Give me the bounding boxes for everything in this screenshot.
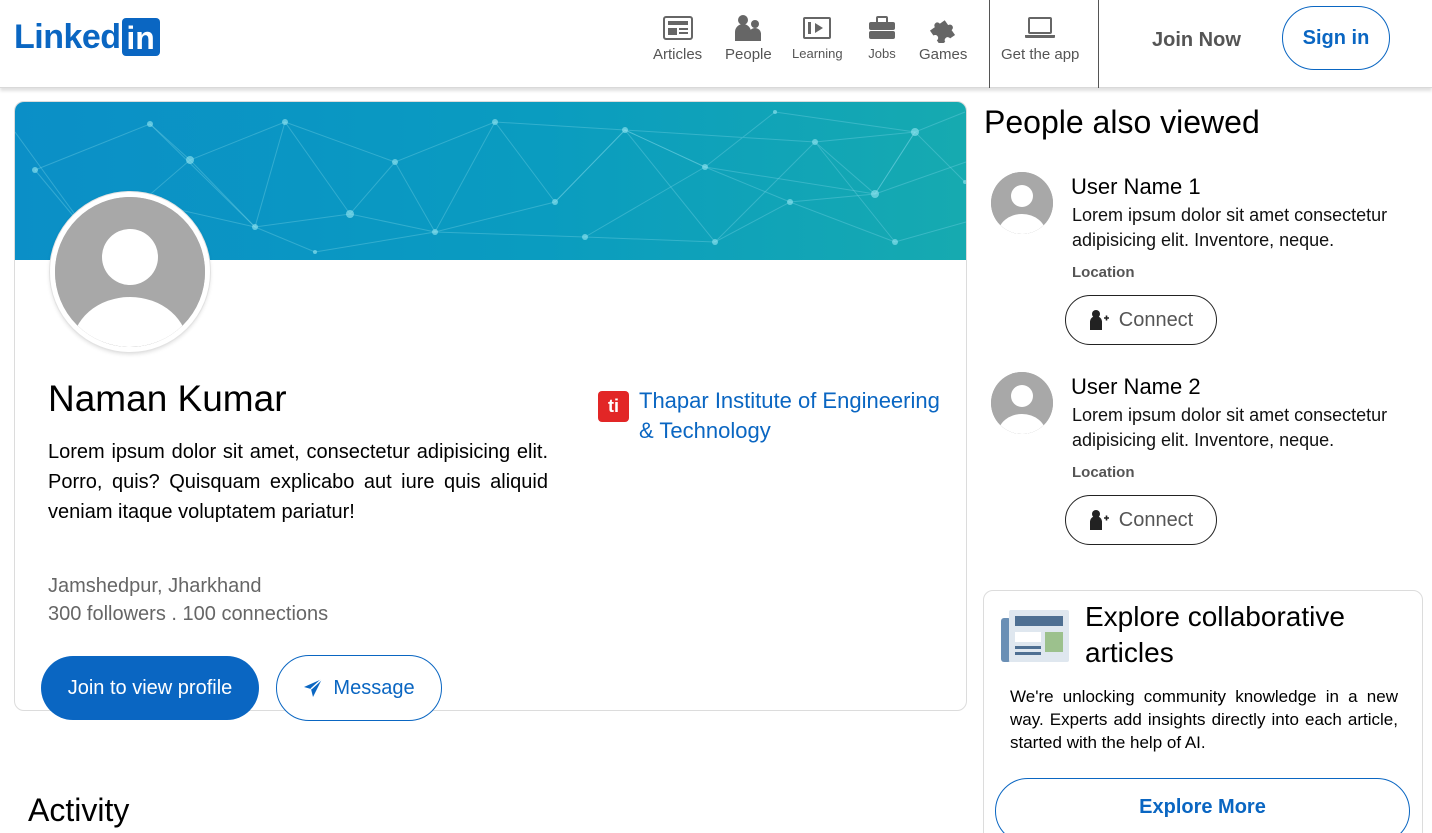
- connect-button[interactable]: Connect: [1065, 495, 1217, 545]
- sign-in-button[interactable]: Sign in: [1282, 6, 1390, 70]
- logo-box: in: [121, 18, 160, 56]
- message-button-label: Message: [333, 676, 415, 699]
- connect-button-label: Connect: [1118, 308, 1194, 331]
- person-location: Location: [1072, 464, 1135, 481]
- message-button[interactable]: Message: [276, 655, 442, 721]
- nav-articles[interactable]: Articles: [653, 12, 702, 63]
- top-navbar: Linked in Articles People Learning Jobs …: [0, 0, 1432, 88]
- profile-stats: 300 followers . 100 connections: [48, 603, 329, 625]
- jobs-icon: [866, 12, 898, 44]
- connect-button[interactable]: Connect: [1065, 295, 1217, 345]
- nav-get-the-app-label: Get the app: [1001, 46, 1080, 63]
- send-icon: [304, 678, 323, 697]
- nav-divider-right: [1098, 0, 1099, 88]
- learning-icon: [801, 12, 833, 44]
- profile-name: Naman Kumar: [48, 378, 287, 419]
- join-now-button[interactable]: Join Now: [1140, 24, 1253, 56]
- people-also-viewed-title: People also viewed: [984, 104, 1260, 140]
- nav-learning[interactable]: Learning: [792, 12, 843, 61]
- explore-more-button[interactable]: Explore More: [995, 778, 1410, 833]
- person-avatar[interactable]: [991, 172, 1053, 234]
- laptop-icon: [1024, 12, 1056, 44]
- person-name[interactable]: User Name 2: [1071, 374, 1201, 400]
- education-link[interactable]: ti Thapar Institute of Engineering & Tec…: [598, 386, 959, 446]
- people-icon: [732, 12, 764, 44]
- nav-divider-left: [989, 0, 990, 88]
- explore-description: We're unlocking community knowledge in a…: [1010, 687, 1398, 752]
- connect-button-label: Connect: [1118, 508, 1194, 531]
- linkedin-logo[interactable]: Linked in: [14, 18, 160, 56]
- add-person-icon: [1089, 310, 1109, 330]
- school-name: Thapar Institute of Engineering & Techno…: [639, 388, 940, 443]
- person-avatar[interactable]: [991, 372, 1053, 434]
- nav-games-label: Games: [919, 46, 968, 63]
- school-logo-icon: ti: [598, 391, 629, 422]
- person-headline: Lorem ipsum dolor sit amet consectetur a…: [1072, 405, 1388, 450]
- nav-articles-label: Articles: [653, 46, 703, 63]
- profile-bio: Lorem ipsum dolor sit amet, consectetur …: [48, 441, 548, 523]
- person-location: Location: [1072, 264, 1135, 281]
- join-to-view-profile-button[interactable]: Join to view profile: [41, 656, 259, 720]
- nav-games[interactable]: Games: [919, 12, 967, 63]
- default-avatar-icon: [991, 172, 1053, 234]
- nav-people-label: People: [725, 46, 772, 63]
- add-person-icon: [1089, 510, 1109, 530]
- profile-avatar: [50, 192, 210, 352]
- games-icon: [927, 12, 959, 44]
- articles-illustration-icon: [1001, 608, 1071, 669]
- logo-text: Linked: [14, 18, 121, 56]
- nav-learning-label: Learning: [792, 46, 843, 61]
- nav-people[interactable]: People: [725, 12, 772, 63]
- articles-icon: [662, 12, 694, 44]
- person-name[interactable]: User Name 1: [1071, 174, 1201, 200]
- explore-title: Explore collaborative articles: [1085, 601, 1345, 668]
- nav-jobs-label: Jobs: [868, 46, 896, 61]
- profile-card: Naman Kumar Lorem ipsum dolor sit amet, …: [14, 101, 967, 721]
- profile-location: Jamshedpur, Jharkhand: [48, 575, 262, 597]
- explore-articles-card: Explore collaborative articles We're unl…: [983, 590, 1423, 833]
- nav-jobs[interactable]: Jobs: [866, 12, 898, 61]
- default-avatar-icon: [991, 372, 1053, 434]
- default-avatar-icon: [55, 197, 205, 347]
- person-headline: Lorem ipsum dolor sit amet consectetur a…: [1072, 205, 1388, 250]
- nav-get-the-app[interactable]: Get the app: [1001, 12, 1079, 63]
- activity-heading: Activity: [28, 792, 130, 828]
